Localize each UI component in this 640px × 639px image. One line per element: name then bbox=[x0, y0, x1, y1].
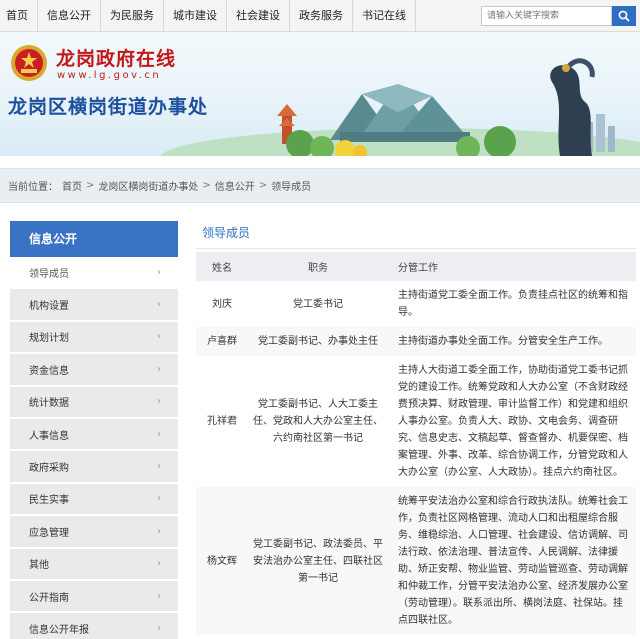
search-box bbox=[481, 6, 636, 26]
sidebar-item-label: 领导成员 bbox=[29, 268, 69, 280]
breadcrumb: 当前位置： 首页 > 龙岗区横岗街道办事处 > 信息公开 > 领导成员 bbox=[0, 168, 640, 203]
site-url: www.lg.gov.cn bbox=[57, 70, 162, 81]
table-row: 卢喜群 党工委副书记、办事处主任 主持街道办事处全面工作。分管安全生产工作。 bbox=[196, 327, 636, 356]
sidebar-item-label: 机构设置 bbox=[29, 301, 69, 313]
chevron-right-icon: › bbox=[157, 363, 161, 375]
sidebar-item-procurement[interactable]: 政府采购 › bbox=[10, 451, 178, 484]
sidebar-title: 信息公开 bbox=[10, 221, 178, 257]
leader-duty: 主持街道办事处全面工作。分管安全生产工作。 bbox=[388, 327, 636, 356]
sidebar-item-label: 人事信息 bbox=[29, 430, 69, 442]
sidebar-item-label: 政府采购 bbox=[29, 463, 69, 475]
column-header-name: 姓名 bbox=[196, 252, 248, 281]
chevron-right-icon: › bbox=[157, 590, 161, 602]
search-button[interactable] bbox=[612, 6, 636, 26]
nav-info-disclosure[interactable]: 信息公开 bbox=[38, 0, 101, 32]
leader-post: 党工委副书记、人大工委主任、党政和人大办公室主任、六约南社区第一书记 bbox=[248, 356, 388, 487]
chevron-right-icon: › bbox=[157, 299, 161, 311]
sidebar-item-organization[interactable]: 机构设置 › bbox=[10, 289, 178, 322]
sidebar-item-personnel[interactable]: 人事信息 › bbox=[10, 418, 178, 452]
leader-duty: 统筹平安法治办公室和综合行政执法队。统筹社会工作，负责社区网格管理、流动人口和出… bbox=[388, 487, 636, 635]
top-nav: 首页 信息公开 为民服务 城市建设 社会建设 政务服务 书记在线 bbox=[0, 0, 640, 32]
sidebar-item-leaders[interactable]: 领导成员 › bbox=[10, 257, 178, 290]
sidebar-item-funds[interactable]: 资金信息 › bbox=[10, 354, 178, 387]
sidebar-item-label: 其他 bbox=[29, 560, 49, 572]
breadcrumb-home[interactable]: 首页 bbox=[62, 178, 82, 193]
sidebar-item-planning[interactable]: 规划计划 › bbox=[10, 321, 178, 355]
section-title: 领导成员 bbox=[196, 221, 636, 249]
sidebar-item-label: 应急管理 bbox=[29, 527, 69, 539]
sidebar-item-statistics[interactable]: 统计数据 › bbox=[10, 386, 178, 419]
nav-home[interactable]: 首页 bbox=[0, 0, 38, 32]
leader-post: 党工委副书记、办事处主任 bbox=[248, 327, 388, 356]
sidebar-item-guide[interactable]: 公开指南 › bbox=[10, 580, 178, 614]
table-row: 杨文辉 党工委副书记、政法委员、平安法治办公室主任、四联社区第一书记 统筹平安法… bbox=[196, 487, 636, 635]
leader-name: 杨文辉 bbox=[196, 487, 248, 635]
table-header-row: 姓名 职务 分管工作 bbox=[196, 252, 636, 281]
breadcrumb-separator: > bbox=[86, 180, 95, 191]
leader-post: 党工委书记 bbox=[248, 281, 388, 327]
breadcrumb-office[interactable]: 龙岗区横岗街道办事处 bbox=[98, 178, 198, 193]
nav-government-service[interactable]: 政务服务 bbox=[290, 0, 353, 32]
nav-social-construction[interactable]: 社会建设 bbox=[227, 0, 290, 32]
leader-duty: 主持街道党工委全面工作。负责挂点社区的统筹和指导。 bbox=[388, 281, 636, 327]
leader-post: 党工委副书记、政法委员、平安法治办公室主任、四联社区第一书记 bbox=[248, 487, 388, 635]
breadcrumb-current[interactable]: 领导成员 bbox=[271, 178, 311, 193]
sidebar-item-emergency[interactable]: 应急管理 › bbox=[10, 516, 178, 549]
chevron-right-icon: › bbox=[157, 622, 161, 634]
breadcrumb-info[interactable]: 信息公开 bbox=[215, 178, 255, 193]
column-header-post: 职务 bbox=[248, 252, 388, 281]
header-banner: 龙岗政府在线 www.lg.gov.cn 龙岗区横岗街道办事处 bbox=[0, 32, 640, 156]
nav-citizen-service[interactable]: 为民服务 bbox=[101, 0, 164, 32]
search-icon bbox=[618, 10, 630, 22]
sidebar-item-annual-report[interactable]: 信息公开年报 › bbox=[10, 613, 178, 639]
nav-secretary-online[interactable]: 书记在线 bbox=[353, 0, 416, 32]
leaders-table: 姓名 职务 分管工作 刘庆 党工委书记 主持街道党工委全面工作。负责挂点社区的统… bbox=[196, 252, 636, 635]
sidebar-item-label: 民生实事 bbox=[29, 495, 69, 507]
leader-name: 卢喜群 bbox=[196, 327, 248, 356]
chevron-right-icon: › bbox=[157, 428, 161, 440]
chevron-right-icon: › bbox=[157, 266, 161, 278]
breadcrumb-separator: > bbox=[258, 180, 268, 191]
sidebar-item-label: 公开指南 bbox=[29, 592, 69, 604]
table-row: 刘庆 党工委书记 主持街道党工委全面工作。负责挂点社区的统筹和指导。 bbox=[196, 281, 636, 327]
chevron-right-icon: › bbox=[157, 493, 161, 505]
sidebar-item-label: 统计数据 bbox=[29, 398, 69, 410]
chevron-right-icon: › bbox=[157, 558, 161, 570]
breadcrumb-prefix: 当前位置： bbox=[8, 182, 58, 193]
sidebar-item-label: 信息公开年报 bbox=[29, 624, 89, 636]
leader-duty: 主持人大街道工委全面工作，协助街道党工委书记抓党的建设工作。统筹党政和人大办公室… bbox=[388, 356, 636, 487]
chevron-right-icon: › bbox=[157, 461, 161, 473]
main-content: 领导成员 姓名 职务 分管工作 刘庆 党工委书记 主持街道党工委全面工作。负责挂… bbox=[196, 221, 636, 639]
sidebar-item-livelihood[interactable]: 民生实事 › bbox=[10, 483, 178, 517]
national-emblem-icon bbox=[11, 45, 47, 81]
sidebar-item-other[interactable]: 其他 › bbox=[10, 548, 178, 581]
table-row: 孔祥君 党工委副书记、人大工委主任、党政和人大办公室主任、六约南社区第一书记 主… bbox=[196, 356, 636, 487]
sidebar: 信息公开 领导成员 › 机构设置 › 规划计划 › 资金信息 › 统计数据 › 人事信息 ›… bbox=[10, 221, 178, 639]
site-name: 龙岗政府在线 bbox=[56, 48, 177, 70]
content-area: 信息公开 领导成员 › 机构设置 › 规划计划 › 资金信息 › 统计数据 › 人事信息 ›… bbox=[0, 221, 640, 639]
search-input[interactable] bbox=[481, 6, 612, 26]
chevron-right-icon: › bbox=[157, 396, 161, 408]
sidebar-item-label: 资金信息 bbox=[29, 365, 69, 377]
nav-urban-construction[interactable]: 城市建设 bbox=[164, 0, 227, 32]
chevron-right-icon: › bbox=[157, 331, 161, 343]
leader-name: 孔祥君 bbox=[196, 356, 248, 487]
sidebar-item-label: 规划计划 bbox=[29, 333, 69, 345]
breadcrumb-separator: > bbox=[202, 180, 211, 191]
leader-name: 刘庆 bbox=[196, 281, 248, 327]
office-name: 龙岗区横岗街道办事处 bbox=[8, 96, 209, 118]
chevron-right-icon: › bbox=[157, 525, 161, 537]
column-header-duty: 分管工作 bbox=[388, 252, 636, 281]
